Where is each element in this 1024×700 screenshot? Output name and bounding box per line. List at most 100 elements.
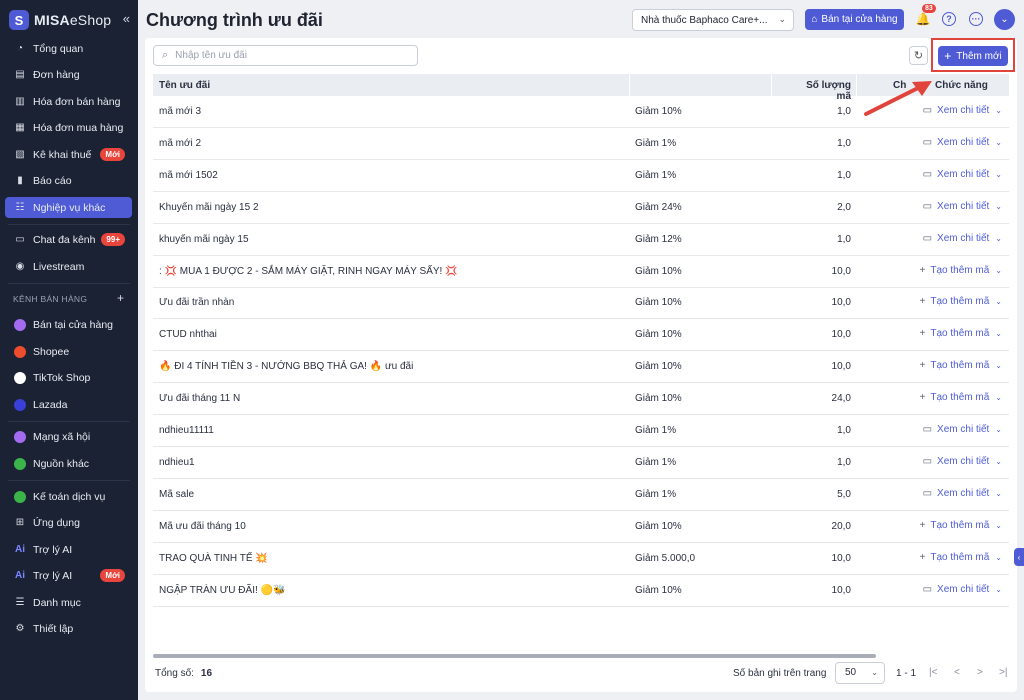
sidebar-item-don-hang[interactable]: ▤ Đơn hàng	[5, 64, 132, 85]
row-action-button[interactable]: + Tạo thêm mã ⌄	[910, 265, 1002, 276]
promotion-discount: Giảm 10%	[635, 329, 682, 341]
chevron-down-icon[interactable]: ⌄	[995, 234, 1002, 243]
chevron-down-icon[interactable]: ⌄	[995, 329, 1002, 338]
livestream-icon: ◉	[15, 261, 25, 272]
sidebar-item-hoa-don-ban-hang[interactable]: ▥ Hóa đơn bán hàng	[5, 91, 132, 112]
chevron-down-icon[interactable]: ⌄	[995, 138, 1002, 147]
row-action-button[interactable]: + Tạo thêm mã ⌄	[910, 328, 1002, 339]
chevron-down-icon[interactable]: ⌄	[995, 106, 1002, 115]
sidebar-item-thiet-lap[interactable]: ⚙ Thiết lập	[5, 618, 132, 639]
row-action-button[interactable]: ▭ Xem chi tiết ⌄	[910, 424, 1002, 435]
sidebar-item-label: Thiết lập	[33, 622, 74, 635]
chevron-down-icon[interactable]: ⌄	[995, 393, 1002, 402]
sidebar-item-hoa-don-mua-hang[interactable]: ▦ Hóa đơn mua hàng	[5, 117, 132, 138]
table-row[interactable]: khuyến mãi ngày 15 Giảm 12% 1,0 ▭ Xem chi ti…	[153, 224, 1009, 256]
row-action-button[interactable]: ▭ Xem chi tiết ⌄	[910, 584, 1002, 595]
sidebar-item-tro-ly-ai-new[interactable]: Ai Trợ lý AI Mới	[5, 565, 132, 586]
table-row[interactable]: TRAO QUÀ TINH TẾ 💥 Giảm 5.000,0 10,0 + Tạo t…	[153, 543, 1009, 575]
sidebar-item-label: Nguồn khác	[33, 457, 90, 470]
sidebar-item-tro-ly-ai[interactable]: Ai Trợ lý AI	[5, 539, 132, 560]
store-select[interactable]: Nhà thuốc Baphaco Care+... ⌄	[632, 9, 794, 31]
table-row[interactable]: Ưu đãi tháng 11 N Giảm 10% 24,0 + Tạo thêm m…	[153, 383, 1009, 416]
table-row[interactable]: NGẬP TRÀN ƯU ĐÃI! 🟡🐝 Giảm 10% 10,0 ▭ Xem chi…	[153, 575, 1009, 607]
promotion-quantity: 5,0	[837, 488, 851, 500]
sidebar-item-ke-khai-thue[interactable]: ▧ Kê khai thuế Mới	[5, 144, 132, 165]
sidebar-item-mang-xa-hoi[interactable]: Mạng xã hội	[5, 426, 132, 447]
sidebar-item-chat-da-kenh[interactable]: ▭ Chat đa kênh 99+	[5, 229, 132, 250]
table-row[interactable]: Khuyến mãi ngày 15 2 Giảm 24% 2,0 ▭ Xem chi …	[153, 192, 1009, 224]
sidebar-item-tong-quan[interactable]: ◔ Tổng quan	[5, 38, 132, 59]
chevron-down-icon[interactable]: ⌄	[995, 521, 1002, 530]
chevron-down-icon[interactable]: ⌄	[995, 553, 1002, 562]
row-action-button[interactable]: ▭ Xem chi tiết ⌄	[910, 137, 1002, 148]
chevron-down-icon[interactable]: ⌄	[995, 457, 1002, 466]
last-page-icon[interactable]: >|	[999, 667, 1007, 678]
help-icon[interactable]: ?	[940, 10, 958, 28]
side-panel-toggle[interactable]: ‹	[1014, 548, 1024, 566]
chevron-down-icon[interactable]: ⌄	[995, 425, 1002, 434]
chevron-down-icon[interactable]: ⌄	[995, 202, 1002, 211]
sidebar-item-ban-tai-cua-hang[interactable]: Bán tại cửa hàng	[5, 314, 132, 335]
row-action-button[interactable]: ▭ Xem chi tiết ⌄	[910, 456, 1002, 467]
table-row[interactable]: : 💢 MUA 1 ĐƯỢC 2 - SẮM MÁY GIẶT, RINH NG…	[153, 256, 1009, 288]
row-action-button[interactable]: ▭ Xem chi tiết ⌄	[910, 169, 1002, 180]
chevron-down-icon[interactable]: ⌄	[995, 585, 1002, 594]
chevrons-left-icon[interactable]: «	[123, 11, 130, 26]
sidebar-item-nghiep-vu-khac[interactable]: ☷ Nghiệp vụ khác	[5, 197, 132, 218]
table-row[interactable]: mã mới 1502 Giảm 1% 1,0 ▭ Xem chi tiết ⌄	[153, 160, 1009, 192]
promotion-discount: Giảm 10%	[635, 520, 682, 532]
row-action-button[interactable]: + Tạo thêm mã ⌄	[910, 360, 1002, 371]
chevron-down-icon[interactable]: ⌄	[995, 489, 1002, 498]
promotion-quantity: 1,0	[837, 106, 851, 117]
table-row[interactable]: mã mới 2 Giảm 1% 1,0 ▭ Xem chi tiết ⌄	[153, 128, 1009, 160]
new-badge: Mới	[100, 569, 125, 582]
prev-page-icon[interactable]: <	[954, 667, 960, 678]
logo[interactable]: S MISAeShop	[0, 0, 138, 40]
avatar[interactable]: ⌄	[994, 9, 1015, 30]
first-page-icon[interactable]: |<	[929, 667, 937, 678]
table-row[interactable]: CTUD nhthai Giảm 10% 10,0 + Tạo thêm mã ⌄	[153, 319, 1009, 352]
sidebar-item-bao-cao[interactable]: ▮ Báo cáo	[5, 170, 132, 191]
sidebar-item-shopee[interactable]: Shopee	[5, 341, 132, 362]
add-new-button[interactable]: + Thêm mới	[938, 46, 1008, 66]
chevron-down-icon[interactable]: ⌄	[995, 297, 1002, 306]
sidebar-item-label: Mạng xã hội	[33, 430, 91, 443]
row-action-button[interactable]: + Tạo thêm mã ⌄	[910, 552, 1002, 563]
sidebar-item-ung-dung[interactable]: ⊞ Ứng dụng	[5, 512, 132, 533]
sell-in-store-button[interactable]: ⌂ Bán tại cửa hàng	[805, 9, 904, 30]
table-row[interactable]: 🔥 ĐI 4 TÍNH TIỀN 3 - NƯỚNG BBQ THẢ GA! 🔥…	[153, 351, 1009, 384]
row-action-button[interactable]: + Tạo thêm mã ⌄	[910, 520, 1002, 531]
sidebar-item-lazada[interactable]: Lazada	[5, 394, 132, 415]
more-icon[interactable]: ···	[967, 10, 985, 28]
search-input[interactable]	[175, 50, 396, 61]
other-source-icon	[14, 457, 26, 470]
table-row[interactable]: ndhieu11111 Giảm 1% 1,0 ▭ Xem chi tiết ⌄	[153, 415, 1009, 447]
sidebar-item-label: Shopee	[33, 345, 70, 358]
row-action-button[interactable]: ▭ Xem chi tiết ⌄	[910, 233, 1002, 244]
chevron-down-icon[interactable]: ⌄	[995, 266, 1002, 275]
table-row[interactable]: Mã ưu đãi tháng 10 Giảm 10% 20,0 + Tạo thêm …	[153, 511, 1009, 543]
chevron-down-icon[interactable]: ⌄	[995, 170, 1002, 179]
search-box[interactable]: ⌕	[153, 45, 418, 66]
divider	[8, 224, 130, 225]
row-action-button[interactable]: + Tạo thêm mã ⌄	[910, 392, 1002, 403]
sidebar-item-nguon-khac[interactable]: Nguồn khác	[5, 453, 132, 474]
row-action-button[interactable]: + Tạo thêm mã ⌄	[910, 296, 1002, 307]
next-page-icon[interactable]: >	[977, 667, 983, 678]
table-row[interactable]: Ưu đãi trần nhàn Giảm 10% 10,0 + Tạo thêm mã…	[153, 287, 1009, 320]
row-action-button[interactable]: ▭ Xem chi tiết ⌄	[910, 201, 1002, 212]
sidebar-item-ke-toan-dich-vu[interactable]: Kế toán dịch vụ	[5, 486, 132, 507]
sidebar-item-livestream[interactable]: ◉ Livestream	[5, 256, 132, 277]
sidebar-item-tiktok-shop[interactable]: TikTok Shop	[5, 367, 132, 388]
table-row[interactable]: ndhieu1 Giảm 1% 1,0 ▭ Xem chi tiết ⌄	[153, 447, 1009, 479]
sidebar-item-danh-muc[interactable]: ☰ Danh mục	[5, 592, 132, 613]
refresh-button[interactable]: ↻	[909, 46, 928, 65]
chevron-down-icon[interactable]: ⌄	[995, 361, 1002, 370]
per-page-select[interactable]: 50 ⌄	[835, 662, 885, 684]
promotion-quantity: 10,0	[831, 329, 851, 341]
row-action-button[interactable]: ▭ Xem chi tiết ⌄	[910, 488, 1002, 499]
horizontal-scrollbar[interactable]	[153, 654, 876, 658]
table-row[interactable]: Mã sale Giảm 1% 5,0 ▭ Xem chi tiết ⌄	[153, 479, 1009, 511]
sidebar-item-label: Chat đa kênh	[33, 233, 96, 246]
add-channel-icon[interactable]: +	[117, 291, 124, 305]
